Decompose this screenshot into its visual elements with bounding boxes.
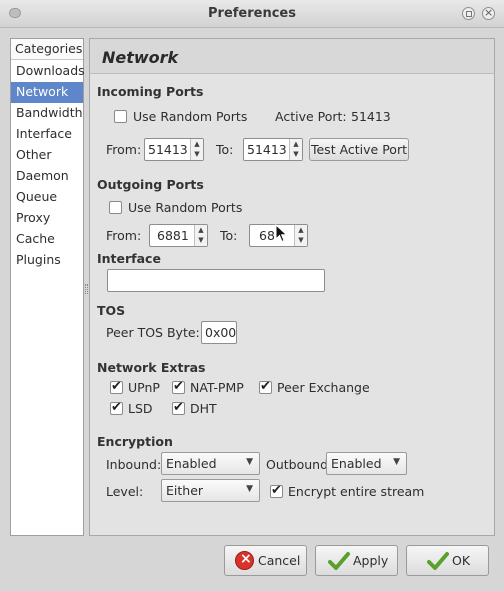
incoming-to-spinner[interactable]: 51413 ▲ ▼ [243,138,303,161]
close-icon[interactable]: × [482,6,495,20]
mouse-cursor-icon [275,224,288,243]
incoming-to-label: To: [216,142,234,157]
outgoing-from-spinner[interactable]: 6881 ▲ ▼ [149,224,208,247]
lsd-checkbox[interactable] [110,400,123,415]
incoming-from-label: From: [106,142,142,157]
category-other[interactable]: Other [11,145,83,166]
chevron-down-icon[interactable]: ▼ [246,457,253,467]
spinner-arrows-icon[interactable]: ▲ ▼ [289,139,302,160]
outbound-select[interactable]: Enabled ▼ [326,452,407,475]
dht-checkbox[interactable] [172,400,185,415]
peer-tos-input[interactable]: 0x00 [201,321,237,344]
active-port-value: 51413 [351,109,391,124]
upnp-label[interactable]: UPnP [128,380,160,395]
incoming-random-ports-checkbox[interactable] [114,110,127,123]
natpmp-label[interactable]: NAT-PMP [190,380,244,395]
interface-title: Interface [97,251,161,266]
incoming-ports-title: Incoming Ports [97,84,204,99]
category-proxy[interactable]: Proxy [11,208,83,229]
dht-label[interactable]: DHT [190,401,217,416]
level-select-value[interactable]: Either [166,483,203,498]
level-select[interactable]: Either ▼ [161,479,260,502]
cancel-button-label[interactable]: Cancel [258,553,300,568]
tos-title: TOS [97,303,126,318]
spinner-arrows-icon[interactable]: ▲ ▼ [294,225,307,246]
ok-button[interactable]: OK [406,545,489,576]
category-plugins[interactable]: Plugins [11,250,83,271]
apply-button[interactable]: Apply [315,545,398,576]
cancel-icon: × [235,551,254,570]
window-title: Preferences [208,6,296,21]
peer-tos-label: Peer TOS Byte: [106,325,200,340]
category-downloads[interactable]: Downloads [11,61,85,82]
category-daemon[interactable]: Daemon [11,166,83,187]
peer-exchange-checkbox[interactable] [259,379,272,394]
apply-button-label[interactable]: Apply [353,553,388,568]
test-active-port-button[interactable]: Test Active Port [309,138,409,161]
outbound-select-value[interactable]: Enabled [331,456,382,471]
ok-button-label[interactable]: OK [452,553,470,568]
checkmark-icon [328,552,350,570]
cancel-button[interactable]: × Cancel [224,545,307,576]
outgoing-to-label: To: [220,228,238,243]
natpmp-checkbox[interactable] [172,379,185,394]
incoming-to-value[interactable]: 51413 [247,142,287,157]
encryption-title: Encryption [97,434,173,449]
inbound-select[interactable]: Enabled ▼ [161,452,260,475]
network-extras-title: Network Extras [97,360,206,375]
category-bandwidth[interactable]: Bandwidth [11,103,83,124]
outgoing-from-label: From: [106,228,142,243]
chevron-down-icon[interactable]: ▼ [393,457,400,467]
upnp-checkbox[interactable] [110,379,123,394]
outbound-label: Outbound: [266,457,333,472]
outgoing-random-ports-label[interactable]: Use Random Ports [128,200,242,215]
categories-header[interactable]: Categories [11,39,83,60]
outgoing-ports-title: Outgoing Ports [97,177,204,192]
checkmark-icon [427,552,449,570]
chevron-down-icon[interactable]: ▼ [246,484,253,494]
lsd-label[interactable]: LSD [128,401,153,416]
maximize-icon[interactable] [462,7,475,20]
incoming-from-spinner[interactable]: 51413 ▲ ▼ [144,138,204,161]
pane-resize-handle[interactable] [85,284,88,294]
outgoing-random-ports-checkbox[interactable] [109,201,122,214]
level-label: Level: [106,484,144,499]
category-cache[interactable]: Cache [11,229,83,250]
spinner-arrows-icon[interactable]: ▲ ▼ [190,139,203,160]
inbound-label: Inbound: [106,457,162,472]
spinner-arrows-icon[interactable]: ▲ ▼ [194,225,207,246]
interface-input[interactable] [107,269,325,292]
category-network[interactable]: Network [11,82,83,103]
panel-title: Network [102,48,179,67]
outgoing-from-value[interactable]: 6881 [157,228,189,243]
categories-list[interactable]: Categories Downloads Network Bandwidth I… [10,38,85,536]
incoming-from-value[interactable]: 51413 [148,142,188,157]
encrypt-entire-stream-checkbox[interactable] [270,483,283,498]
category-queue[interactable]: Queue [11,187,83,208]
encrypt-entire-stream-label[interactable]: Encrypt entire stream [288,484,424,499]
category-interface[interactable]: Interface [11,124,83,145]
outgoing-to-value[interactable]: 68 [259,228,275,243]
inbound-select-value[interactable]: Enabled [166,456,217,471]
peer-exchange-label[interactable]: Peer Exchange [277,380,370,395]
incoming-random-ports-label[interactable]: Use Random Ports [133,109,247,124]
active-port-label: Active Port: [275,109,347,124]
